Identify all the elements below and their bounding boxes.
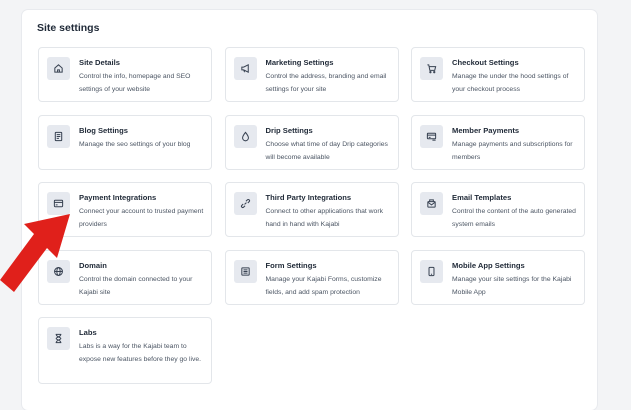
- envelope-icon: [420, 192, 443, 215]
- mobile-icon: [420, 259, 443, 283]
- card-site-details[interactable]: Site Details Control the info, homepage …: [38, 47, 212, 102]
- card-title: Domain: [79, 260, 107, 270]
- card-title: Labs: [79, 328, 97, 337]
- document-icon: [47, 124, 70, 148]
- cart-icon: [420, 57, 443, 80]
- form-icon: [233, 259, 257, 283]
- card-description: Manage payments and subscriptions for me…: [452, 140, 573, 161]
- globe-icon: [47, 259, 70, 283]
- card-description: Control the address, branding and email …: [265, 73, 387, 93]
- card-marketing-settings[interactable]: Marketing Settings Control the address, …: [224, 47, 399, 102]
- credit-card-icon: [47, 192, 70, 215]
- card-labs[interactable]: Labs Labs is a way for the Kajabi team t…: [38, 317, 212, 384]
- card-title: Form Settings: [265, 260, 317, 270]
- card-description: Manage your Kajabi Forms, customize fiel…: [265, 275, 382, 296]
- card-title: Member Payments: [452, 125, 520, 135]
- card-description: Manage the seo settings of your blog: [79, 140, 191, 148]
- card-description: Labs is a way for the Kajabi team to exp…: [79, 343, 202, 363]
- card-title: Mobile App Settings: [452, 260, 525, 270]
- card-domain[interactable]: Domain Control the domain connected to y…: [38, 249, 212, 305]
- megaphone-icon: [233, 57, 257, 80]
- card-title: Drip Settings: [265, 125, 313, 135]
- receipt-icon: [420, 124, 443, 148]
- droplet-icon: [233, 124, 257, 148]
- plug-icon: [233, 192, 257, 215]
- card-title: Blog Settings: [79, 125, 128, 135]
- card-description: Connect your account to trusted payment …: [79, 208, 204, 228]
- card-title: Site Details: [79, 58, 120, 67]
- page-title: Site settings: [37, 22, 100, 34]
- home-icon: [47, 57, 70, 80]
- card-description: Manage the under the hood settings of yo…: [452, 73, 569, 93]
- card-title: Third Party Integrations: [265, 193, 352, 202]
- card-email-templates[interactable]: Email Templates Control the content of t…: [411, 182, 585, 237]
- card-blog-settings[interactable]: Blog Settings Manage the seo settings of…: [38, 114, 212, 170]
- card-description: Manage your site settings for the Kajabi…: [452, 275, 572, 296]
- card-title: Email Templates: [452, 193, 512, 202]
- card-description: Control the content of the auto generate…: [452, 208, 576, 228]
- card-form-settings[interactable]: Form Settings Manage your Kajabi Forms, …: [224, 249, 399, 305]
- card-drip-settings[interactable]: Drip Settings Choose what time of day Dr…: [224, 114, 399, 170]
- card-description: Connect to other applications that work …: [265, 208, 384, 228]
- site-settings-panel: Site settings Site Details Control the i…: [22, 10, 597, 410]
- settings-grid: Site Details Control the info, homepage …: [38, 47, 585, 384]
- card-description: Control the domain connected to your Kaj…: [79, 275, 193, 296]
- card-third-party-integrations[interactable]: Third Party Integrations Connect to othe…: [224, 182, 399, 237]
- hourglass-icon: [47, 327, 70, 350]
- card-mobile-app-settings[interactable]: Mobile App Settings Manage your site set…: [411, 249, 585, 305]
- card-description: Choose what time of day Drip categories …: [265, 140, 388, 161]
- card-title: Marketing Settings: [265, 58, 334, 67]
- card-title: Checkout Settings: [452, 58, 519, 67]
- card-title: Payment Integrations: [79, 193, 157, 202]
- card-member-payments[interactable]: Member Payments Manage payments and subs…: [411, 114, 585, 170]
- card-checkout-settings[interactable]: Checkout Settings Manage the under the h…: [411, 47, 585, 102]
- card-payment-integrations[interactable]: Payment Integrations Connect your accoun…: [38, 182, 212, 237]
- card-description: Control the info, homepage and SEO setti…: [79, 73, 191, 93]
